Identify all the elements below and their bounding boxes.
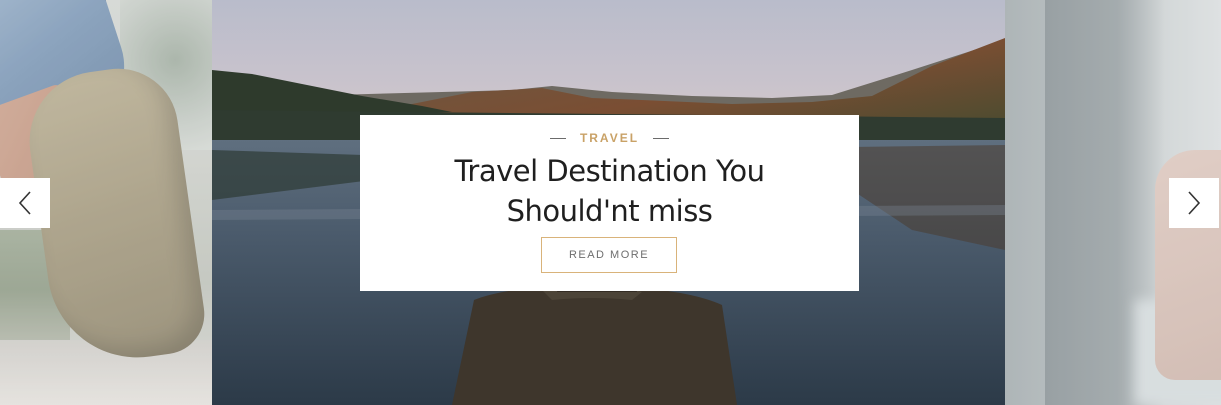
chevron-right-icon [1188, 191, 1201, 215]
post-category[interactable]: TRAVEL [360, 131, 859, 145]
slider-next-button[interactable] [1169, 178, 1219, 228]
category-dash-right [653, 137, 670, 139]
slide-caption-card: TRAVEL Travel Destination You Should'nt … [360, 115, 859, 291]
post-slider: TRAVEL Travel Destination You Should'nt … [0, 0, 1221, 405]
category-dash-left [549, 137, 566, 139]
read-more-button[interactable]: READ MORE [541, 237, 677, 273]
chevron-left-icon [18, 191, 31, 215]
post-title[interactable]: Travel Destination You Should'nt miss [390, 151, 829, 231]
slider-prev-button[interactable] [0, 178, 50, 228]
category-label[interactable]: TRAVEL [580, 131, 639, 145]
